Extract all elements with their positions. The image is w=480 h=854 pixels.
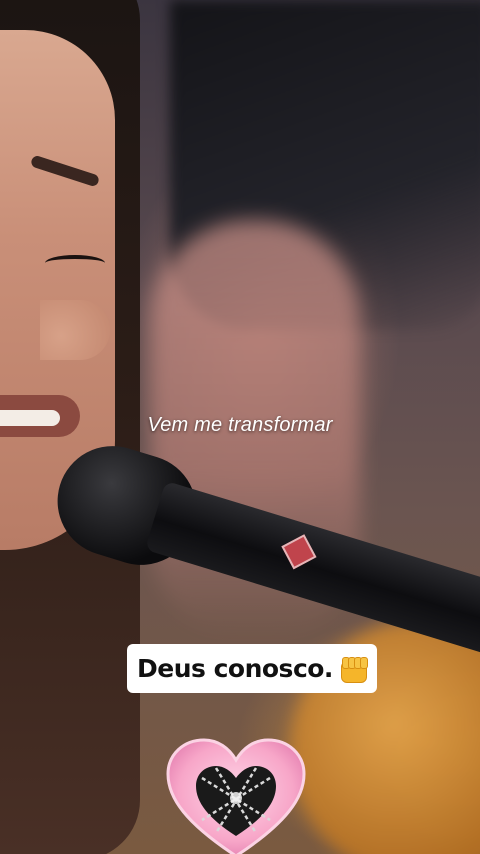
text-sticker[interactable]: Deus conosco.	[127, 644, 377, 693]
sticker-text: Deus conosco.	[137, 654, 333, 683]
heart-sticker-icon[interactable]	[166, 738, 306, 854]
singer-nose	[40, 300, 110, 360]
singer-eye	[45, 255, 105, 271]
microphone-body	[144, 480, 480, 661]
video-frame[interactable]: Vem me transformar Deus conosco.	[0, 0, 480, 854]
lyric-caption: Vem me transformar	[147, 414, 333, 436]
fist-icon	[337, 655, 368, 683]
